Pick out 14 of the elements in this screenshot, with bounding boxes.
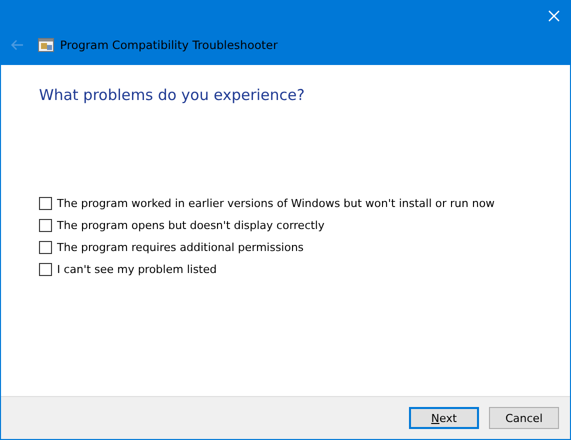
close-icon[interactable]	[548, 10, 560, 22]
dialog-button[interactable]: Next	[409, 407, 479, 429]
checkbox-label[interactable]: I can't see my problem listed	[57, 262, 217, 276]
checkbox-label[interactable]: The program worked in earlier versions of Windows but won't install or run now	[57, 196, 495, 210]
checkbox[interactable]	[39, 262, 52, 276]
checkbox-label[interactable]: The program requires additional permissions	[57, 240, 304, 254]
program-window-icon	[38, 37, 54, 53]
checkbox[interactable]	[39, 196, 52, 210]
checkbox-label[interactable]: The program opens but doesn't display correctly	[57, 218, 325, 232]
window-title: Program Compatibility Troubleshooter	[60, 38, 278, 52]
dialog-button[interactable]: Cancel	[489, 407, 559, 429]
checkbox[interactable]	[39, 240, 52, 254]
page-heading: What problems do you experience?	[39, 86, 306, 104]
checkbox[interactable]	[39, 218, 52, 232]
